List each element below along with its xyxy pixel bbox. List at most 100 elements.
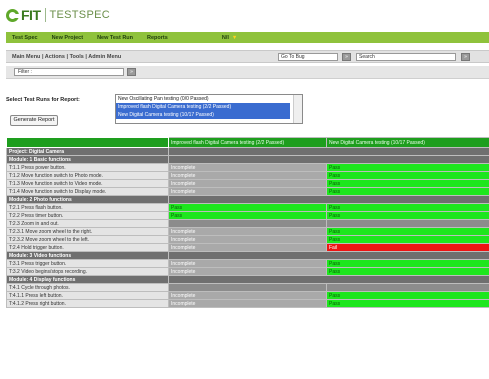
status-cell[interactable]: Pass bbox=[326, 291, 489, 300]
test-row: T:1.4 Move function switch to Display mo… bbox=[6, 187, 489, 196]
test-name[interactable]: T:1.1 Press power button. bbox=[6, 163, 169, 172]
test-row: T:1.3 Move function switch to Video mode… bbox=[6, 179, 489, 188]
test-name[interactable]: T:2.3.1 Move zoom wheel to the right. bbox=[6, 227, 169, 236]
test-name[interactable]: T:2.4 Hold trigger button. bbox=[6, 243, 169, 252]
test-row: T:4.1.2 Press right button. Incomplete Pas… bbox=[6, 299, 489, 308]
module-filler bbox=[168, 155, 489, 164]
project-row: Project: Digital Camera bbox=[6, 147, 489, 156]
toolbar-menu-links[interactable]: Main Menu | Actions | Tools | Admin Menu bbox=[12, 54, 121, 60]
status-cell[interactable]: Incomplete bbox=[168, 259, 327, 268]
status-cell[interactable]: Incomplete bbox=[168, 267, 327, 276]
test-name[interactable]: T:4.1.2 Press right button. bbox=[6, 299, 169, 308]
status-cell[interactable]: Pass bbox=[326, 299, 489, 308]
module-filler bbox=[168, 275, 489, 284]
grid-header-blank bbox=[6, 137, 169, 148]
module-row: Module: 4 Display functions bbox=[6, 275, 489, 284]
status-cell[interactable]: Incomplete bbox=[168, 227, 327, 236]
generate-report-button[interactable]: Generate Report bbox=[10, 115, 58, 126]
status-cell[interactable]: Incomplete bbox=[168, 235, 327, 244]
test-row: T:2.4 Hold trigger button. Incomplete Fail bbox=[6, 243, 489, 252]
test-run-option[interactable]: New Oscillating Pan testing (0/0 Passed) bbox=[116, 95, 302, 103]
status-cell[interactable]: Pass bbox=[326, 227, 489, 236]
test-row: T:3.1 Press trigger button. Incomplete Pas… bbox=[6, 259, 489, 268]
status-cell[interactable]: Pass bbox=[326, 235, 489, 244]
column-header: Improved flash Digital Camera testing (2… bbox=[168, 137, 327, 148]
project-filler bbox=[168, 147, 489, 156]
status-cell[interactable]: Incomplete bbox=[168, 171, 327, 180]
main-nav: Test Spec New Project New Test Run Repor… bbox=[6, 32, 489, 43]
nav-alert[interactable]: N/I ▼ bbox=[222, 35, 237, 41]
test-run-option-selected[interactable]: New Digital Camera testing (10/17 Passed… bbox=[116, 111, 290, 119]
test-name[interactable]: T:1.2 Move function switch to Photo mode… bbox=[6, 171, 169, 180]
test-name[interactable]: T:4.1.1 Press left button. bbox=[6, 291, 169, 300]
test-row: T:2.1 Press flash button. Pass Pass bbox=[6, 203, 489, 212]
test-name[interactable]: T:2.3.2 Move zoom wheel to the left. bbox=[6, 235, 169, 244]
test-row: T:4.1.1 Press left button. Incomplete Pass bbox=[6, 291, 489, 300]
status-cell[interactable]: Pass bbox=[326, 171, 489, 180]
goto-bug-button[interactable]: » bbox=[342, 53, 351, 61]
module-label: Module: 4 Display functions bbox=[6, 275, 169, 284]
status-cell[interactable]: Incomplete bbox=[168, 187, 327, 196]
project-label: Project: Digital Camera bbox=[6, 147, 169, 156]
status-cell[interactable]: Pass bbox=[326, 203, 489, 212]
status-cell[interactable] bbox=[326, 283, 489, 292]
status-cell[interactable]: Pass bbox=[326, 259, 489, 268]
filter-bar: Filter : » bbox=[6, 66, 489, 79]
nav-alert-label: N/I bbox=[221, 34, 229, 41]
nav-new-project[interactable]: New Project bbox=[52, 35, 83, 41]
status-cell[interactable]: Fail bbox=[326, 243, 489, 252]
status-cell[interactable]: Incomplete bbox=[168, 179, 327, 188]
search-button[interactable]: » bbox=[461, 53, 470, 61]
module-filler bbox=[168, 195, 489, 204]
status-cell[interactable]: Pass bbox=[326, 211, 489, 220]
status-cell[interactable]: Pass bbox=[326, 267, 489, 276]
status-cell[interactable]: Pass bbox=[326, 187, 489, 196]
status-cell[interactable]: Pass bbox=[326, 179, 489, 188]
test-row: T:2.3.1 Move zoom wheel to the right. Inc… bbox=[6, 227, 489, 236]
status-cell[interactable] bbox=[168, 283, 327, 292]
test-name[interactable]: T:2.2 Press timer button. bbox=[6, 211, 169, 220]
status-cell[interactable] bbox=[326, 219, 489, 228]
status-cell[interactable] bbox=[168, 219, 327, 228]
nav-new-test-run[interactable]: New Test Run bbox=[97, 35, 133, 41]
test-run-option-selected[interactable]: Improved flash Digital Camera testing (2… bbox=[116, 103, 290, 111]
test-name[interactable]: T:3.1 Press trigger button. bbox=[6, 259, 169, 268]
toolbar: Main Menu | Actions | Tools | Admin Menu… bbox=[6, 50, 489, 63]
goto-bug-input[interactable]: Go To Bug bbox=[278, 53, 338, 61]
test-name[interactable]: T:1.4 Move function switch to Display mo… bbox=[6, 187, 169, 196]
report-grid: Improved flash Digital Camera testing (2… bbox=[6, 137, 489, 308]
logo-fit-text: FIT bbox=[21, 7, 41, 23]
module-label: Module: 1 Basic functions bbox=[6, 155, 169, 164]
grid-header-row: Improved flash Digital Camera testing (2… bbox=[6, 137, 489, 148]
column-header: New Digital Camera testing (10/17 Passed… bbox=[326, 137, 489, 148]
test-name[interactable]: T:2.3 Zoom in and out. bbox=[6, 219, 169, 228]
module-label: Module: 2 Photo functions bbox=[6, 195, 169, 204]
search-input[interactable]: Search bbox=[356, 53, 456, 61]
test-row: T:2.2 Press timer button. Pass Pass bbox=[6, 211, 489, 220]
status-cell[interactable]: Pass bbox=[168, 203, 327, 212]
test-row: T:2.3 Zoom in and out. bbox=[6, 219, 489, 228]
test-name[interactable]: T:2.1 Press flash button. bbox=[6, 203, 169, 212]
test-name[interactable]: T:1.3 Move function switch to Video mode… bbox=[6, 179, 169, 188]
nav-test-spec[interactable]: Test Spec bbox=[12, 35, 38, 41]
status-cell[interactable]: Pass bbox=[168, 211, 327, 220]
status-cell[interactable]: Pass bbox=[326, 163, 489, 172]
test-row: T:2.3.2 Move zoom wheel to the left. Inco… bbox=[6, 235, 489, 244]
nav-reports[interactable]: Reports bbox=[147, 35, 168, 41]
status-cell[interactable]: Incomplete bbox=[168, 291, 327, 300]
alert-arrow-icon: ▼ bbox=[231, 34, 238, 41]
filter-go-button[interactable]: » bbox=[127, 68, 136, 76]
test-name[interactable]: T:4.1 Cycle through photos. bbox=[6, 283, 169, 292]
app-logo[interactable]: FIT TESTSPEC bbox=[6, 4, 110, 26]
module-filler bbox=[168, 251, 489, 260]
status-cell[interactable]: Incomplete bbox=[168, 299, 327, 308]
test-runs-listbox[interactable]: New Oscillating Pan testing (0/0 Passed)… bbox=[115, 94, 303, 124]
logo-product-text: TESTSPEC bbox=[49, 9, 110, 21]
status-cell[interactable]: Incomplete bbox=[168, 163, 327, 172]
filter-select[interactable]: Filter : bbox=[14, 68, 124, 76]
test-name[interactable]: T:3.2 Video begins/stops recording. bbox=[6, 267, 169, 276]
module-row: Module: 1 Basic functions bbox=[6, 155, 489, 164]
listbox-scrollbar[interactable] bbox=[293, 95, 302, 123]
status-cell[interactable]: Incomplete bbox=[168, 243, 327, 252]
test-row: T:3.2 Video begins/stops recording. Incom… bbox=[6, 267, 489, 276]
